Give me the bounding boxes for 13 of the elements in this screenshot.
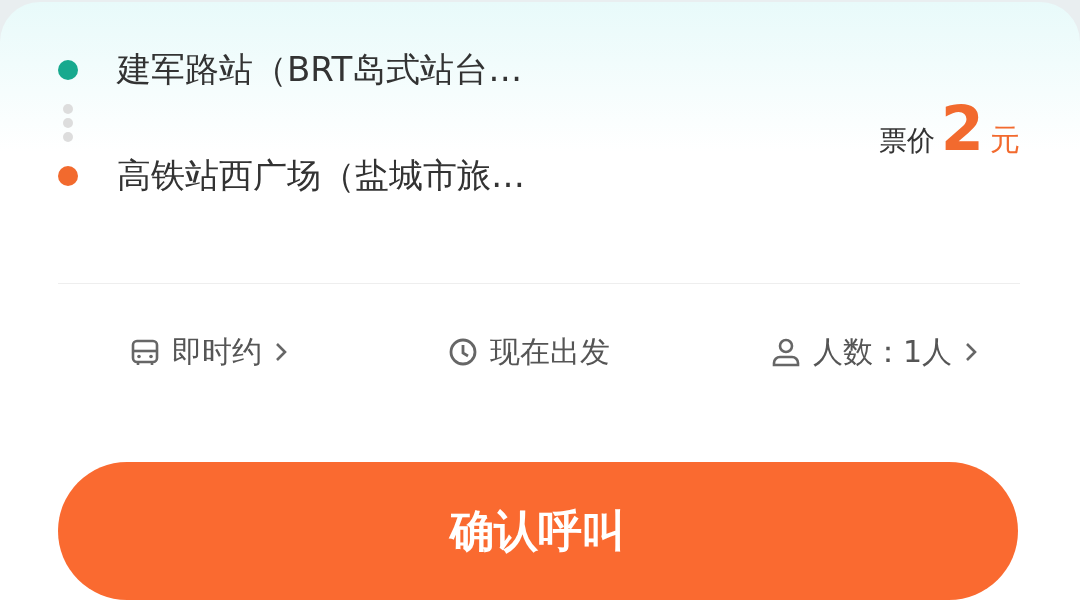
bus-icon (130, 337, 160, 367)
chevron-icon (964, 341, 978, 363)
option-item[interactable]: 现在出发 (448, 331, 611, 373)
stop-name[interactable]: 高铁站西广场（盐城市旅… (117, 152, 525, 199)
stop-name[interactable]: 建军路站（BRT岛式站台… (117, 46, 523, 93)
fare-unit: 元 (990, 121, 1020, 159)
clock-icon (448, 337, 479, 367)
option-item[interactable]: 即时约 (130, 331, 288, 373)
option-item[interactable]: 人数：1人 (770, 331, 978, 373)
chevron-icon (274, 341, 288, 363)
person-icon (770, 337, 801, 367)
fare-label: 票价 (878, 123, 935, 159)
fare-amount: 2 (940, 92, 984, 165)
